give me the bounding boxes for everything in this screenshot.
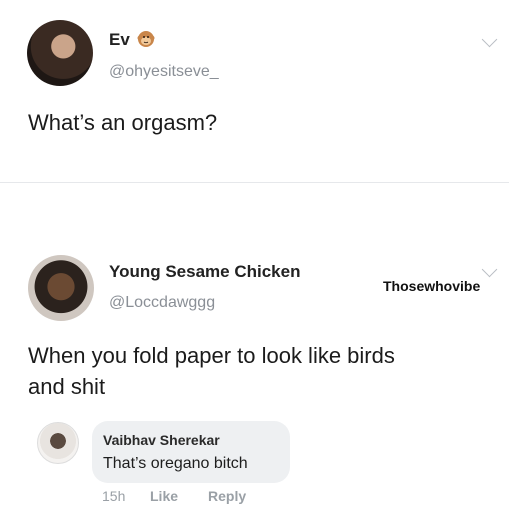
handle-loccdawggg[interactable]: @Loccdawggg xyxy=(109,294,215,312)
tweet-text-2-line2: and shit xyxy=(28,374,106,399)
watermark: Thosewhovibe xyxy=(383,278,481,294)
handle-ev[interactable]: @ohyesitseve_ xyxy=(109,63,219,81)
display-name-ev[interactable]: Ev xyxy=(109,30,155,50)
tweet-divider xyxy=(0,182,509,183)
chevron-down-icon[interactable] xyxy=(481,261,498,278)
commenter-name[interactable]: Vaibhav Sherekar xyxy=(103,432,220,448)
tweet-text-1: What’s an orgasm? xyxy=(28,110,218,135)
display-name-text: Ev xyxy=(109,30,130,49)
tweet-text-2-line1: When you fold paper to look like birds xyxy=(28,343,395,368)
comment-text: That’s oregano bitch xyxy=(103,455,248,472)
like-button[interactable]: Like xyxy=(150,488,178,504)
avatar-commenter[interactable] xyxy=(37,422,79,464)
avatar-ev[interactable] xyxy=(27,20,93,86)
display-name-young-sesame-chicken[interactable]: Young Sesame Chicken xyxy=(109,262,300,282)
comment-bubble xyxy=(92,421,290,483)
comment-timestamp: 15h xyxy=(102,488,126,504)
chevron-down-icon[interactable] xyxy=(481,31,498,48)
avatar-young-sesame-chicken[interactable] xyxy=(28,255,94,321)
reply-button[interactable]: Reply xyxy=(208,488,246,504)
monkey-face-icon xyxy=(137,30,155,48)
